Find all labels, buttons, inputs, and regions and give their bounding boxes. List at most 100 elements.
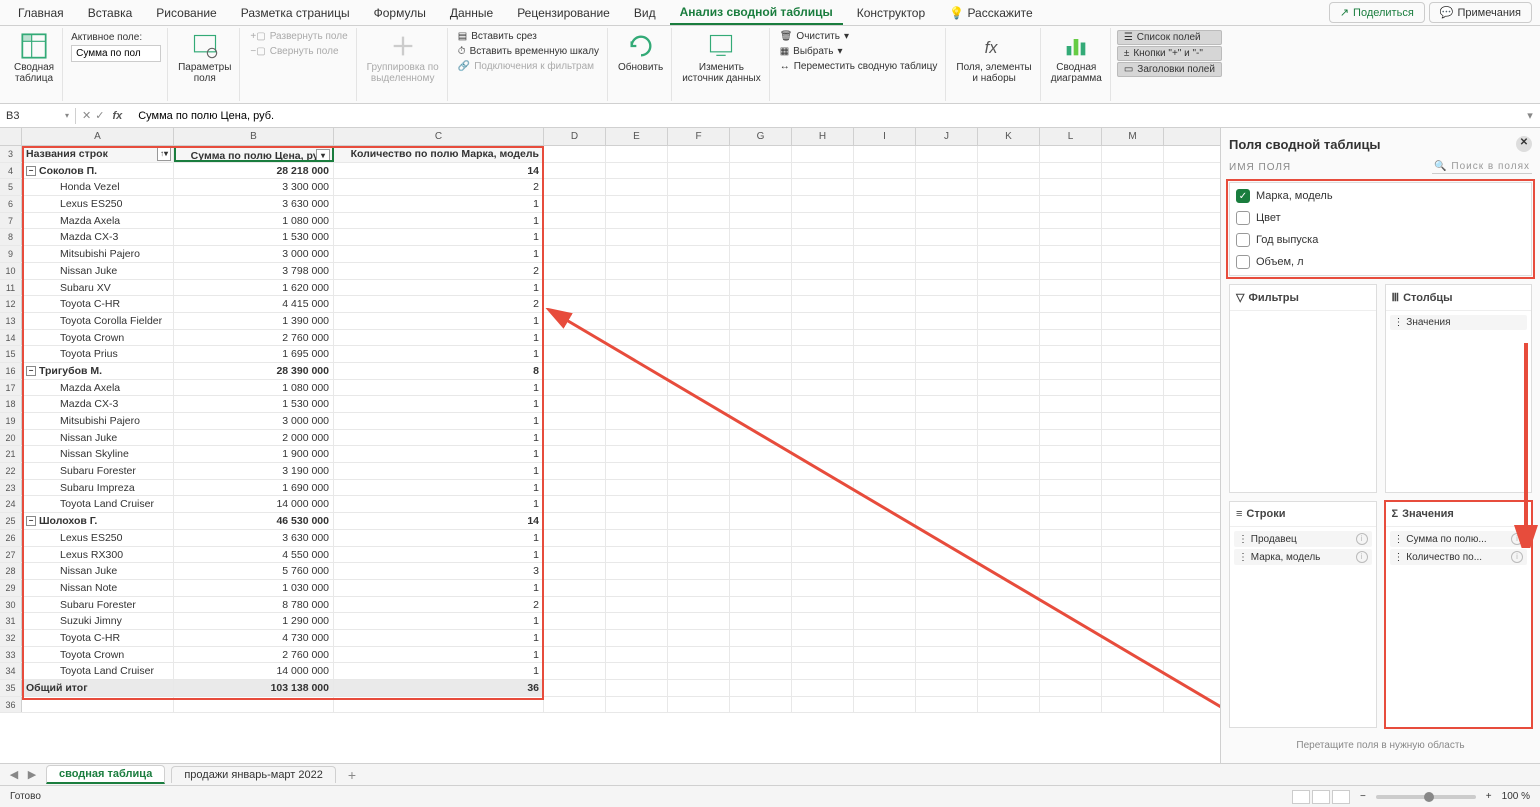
cell[interactable] (1040, 280, 1102, 296)
cell[interactable] (854, 213, 916, 229)
row-header[interactable]: 35 (0, 680, 22, 696)
cell[interactable] (730, 296, 792, 312)
cell[interactable] (544, 346, 606, 362)
zoom-in-button[interactable]: + (1486, 791, 1492, 802)
cell[interactable]: 1 (334, 330, 544, 346)
cell[interactable] (854, 647, 916, 663)
cell[interactable] (978, 196, 1040, 212)
cell[interactable] (916, 330, 978, 346)
cell[interactable] (544, 330, 606, 346)
cell[interactable] (606, 396, 668, 412)
cell[interactable]: Subaru Impreza (22, 480, 174, 496)
cell[interactable]: 4 730 000 (174, 630, 334, 646)
cell[interactable] (1102, 496, 1164, 512)
cell[interactable] (978, 280, 1040, 296)
cell[interactable] (730, 480, 792, 496)
cell[interactable] (1102, 280, 1164, 296)
cell[interactable] (730, 246, 792, 262)
cell[interactable] (916, 513, 978, 529)
cell[interactable] (916, 146, 978, 162)
col-header-j[interactable]: J (916, 128, 978, 145)
cell[interactable] (978, 179, 1040, 195)
row-header[interactable]: 21 (0, 446, 22, 462)
cell[interactable]: 1 290 000 (174, 613, 334, 629)
expand-field-button[interactable]: +▢ Развернуть поле (246, 30, 351, 43)
cell[interactable]: 1 390 000 (174, 313, 334, 329)
cell[interactable] (792, 647, 854, 663)
cell[interactable] (978, 313, 1040, 329)
cell[interactable] (854, 630, 916, 646)
cell[interactable]: 1 (334, 547, 544, 563)
cell[interactable] (544, 229, 606, 245)
cell[interactable] (792, 179, 854, 195)
cell[interactable] (606, 163, 668, 179)
row-header[interactable]: 7 (0, 213, 22, 229)
cell[interactable] (668, 380, 730, 396)
group-selection-button[interactable]: Группировка по выделенному (363, 30, 443, 86)
share-button[interactable]: ↗ Поделиться (1329, 2, 1425, 23)
select-all-corner[interactable] (0, 128, 22, 145)
cell[interactable] (978, 396, 1040, 412)
cell[interactable] (730, 229, 792, 245)
cell[interactable] (1040, 396, 1102, 412)
tab-pivot-analyze[interactable]: Анализ сводной таблицы (670, 1, 843, 25)
cell[interactable] (916, 613, 978, 629)
cell[interactable] (1040, 430, 1102, 446)
cell[interactable] (668, 396, 730, 412)
cell[interactable]: Toyota C-HR (22, 296, 174, 312)
cell[interactable]: Nissan Juke (22, 263, 174, 279)
cell[interactable]: Toyota Land Cruiser (22, 496, 174, 512)
sheet-tab-active[interactable]: сводная таблица (46, 765, 165, 784)
cell[interactable] (544, 213, 606, 229)
columns-area[interactable]: ⅢСтолбцы ⋮ Значения (1385, 284, 1533, 493)
row-header[interactable]: 18 (0, 396, 22, 412)
cell[interactable] (854, 530, 916, 546)
cell[interactable]: 2 (334, 179, 544, 195)
cell[interactable] (606, 413, 668, 429)
cell[interactable] (668, 480, 730, 496)
cell[interactable] (792, 363, 854, 379)
cell[interactable] (854, 380, 916, 396)
cell[interactable] (978, 146, 1040, 162)
cell[interactable] (792, 246, 854, 262)
cell[interactable] (916, 280, 978, 296)
cell[interactable] (668, 663, 730, 679)
field-params-button[interactable]: Параметры поля (174, 30, 235, 86)
cell[interactable] (730, 146, 792, 162)
cell[interactable]: Nissan Note (22, 580, 174, 596)
cell[interactable] (854, 480, 916, 496)
cell[interactable] (544, 263, 606, 279)
pivot-chart-button[interactable]: Сводная диаграмма (1047, 30, 1106, 86)
cell[interactable] (1040, 213, 1102, 229)
cell[interactable]: Названия строк↑▾ (22, 146, 174, 162)
filter-connections-button[interactable]: 🔗 Подключения к фильтрам (454, 60, 598, 73)
cell[interactable] (792, 547, 854, 563)
cell[interactable] (544, 630, 606, 646)
cell[interactable] (544, 647, 606, 663)
cell[interactable] (978, 630, 1040, 646)
cell[interactable] (730, 597, 792, 613)
cell[interactable]: Nissan Juke (22, 563, 174, 579)
cell[interactable]: 2 (334, 296, 544, 312)
cell[interactable]: Lexus RX300 (22, 547, 174, 563)
cell[interactable] (978, 563, 1040, 579)
change-data-source-button[interactable]: Изменить источник данных (678, 30, 765, 86)
info-icon[interactable]: i (1356, 533, 1368, 545)
cell[interactable] (978, 613, 1040, 629)
cell[interactable] (916, 480, 978, 496)
cell[interactable]: Сумма по полю Цена, руб.▾ (174, 146, 334, 162)
cell[interactable] (730, 547, 792, 563)
info-icon[interactable]: i (1356, 551, 1368, 563)
col-header-d[interactable]: D (544, 128, 606, 145)
view-page-break-button[interactable] (1332, 790, 1350, 804)
cell[interactable] (916, 697, 978, 713)
cell[interactable] (854, 446, 916, 462)
cell[interactable] (544, 296, 606, 312)
area-item[interactable]: ⋮ Значения (1390, 315, 1528, 330)
cell[interactable]: 1 030 000 (174, 580, 334, 596)
cell[interactable]: 14 000 000 (174, 496, 334, 512)
row-header[interactable]: 28 (0, 563, 22, 579)
field-checkbox[interactable]: Год выпуска (1236, 233, 1525, 247)
cell[interactable]: 1 900 000 (174, 446, 334, 462)
row-header[interactable]: 20 (0, 430, 22, 446)
